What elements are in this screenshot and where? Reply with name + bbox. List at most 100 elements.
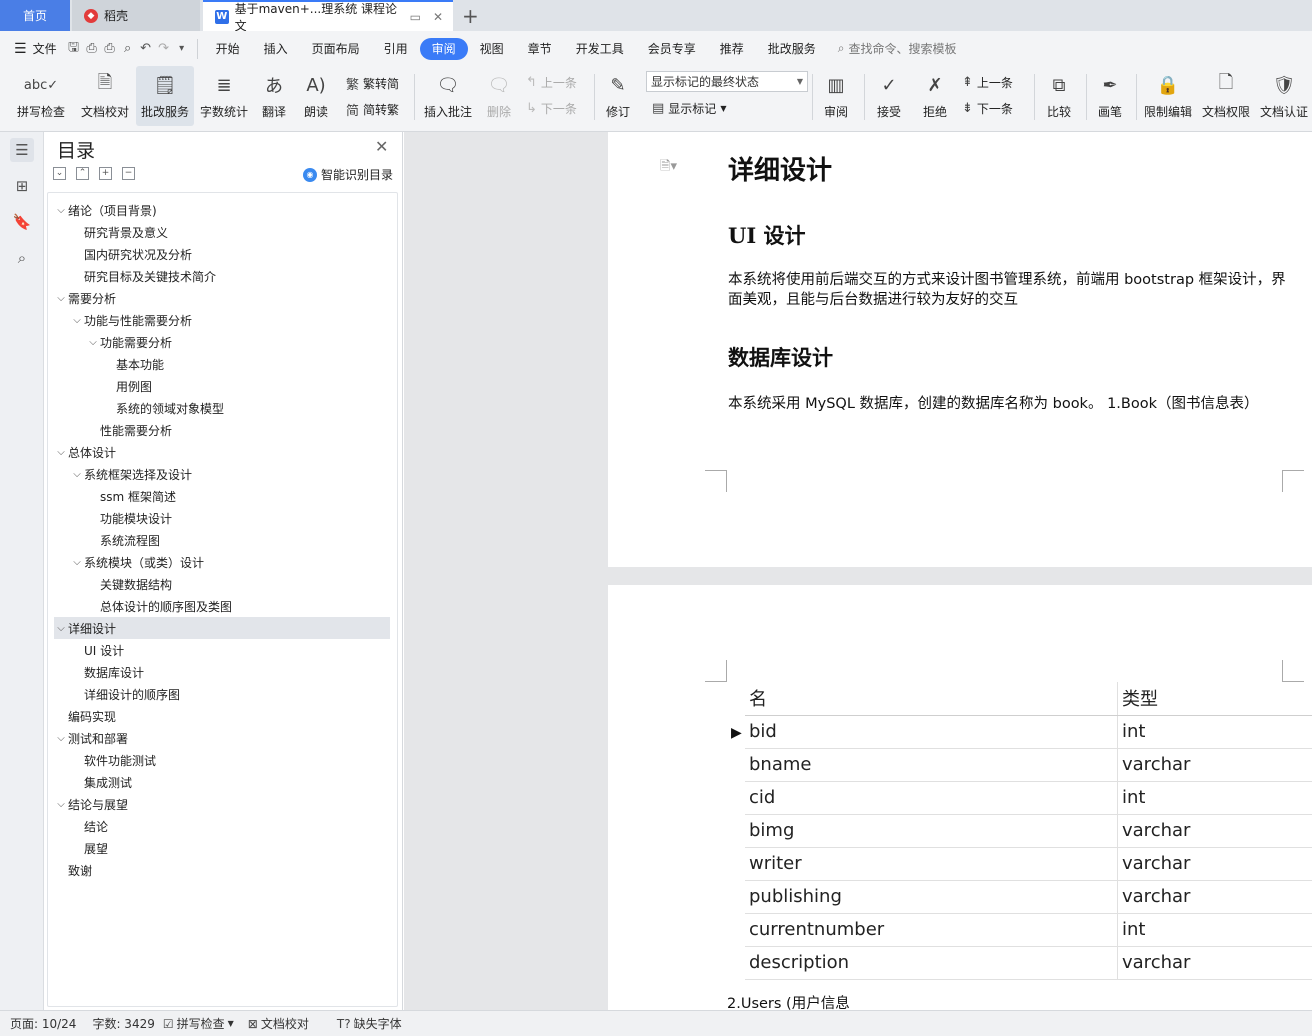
toc-item[interactable]: 致谢 — [54, 859, 390, 881]
menu-tab[interactable]: 引用 — [372, 38, 420, 60]
chevron-down-icon[interactable]: ⌵ — [54, 293, 68, 304]
toc-item[interactable]: 用例图 — [54, 375, 390, 397]
toc-item[interactable]: UI 设计 — [54, 639, 390, 661]
grading-service-button[interactable]: 🗒 批改服务 — [136, 66, 194, 126]
remove-level-icon[interactable]: − — [122, 167, 135, 180]
print-icon[interactable]: ⎙ — [101, 40, 119, 58]
chevron-down-icon[interactable]: ⌵ — [54, 447, 68, 458]
translate-button[interactable]: あ 翻译 — [254, 66, 294, 126]
undo-icon[interactable]: ↶ — [137, 40, 155, 58]
simp-to-trad-button[interactable]: 简 简转繁 — [346, 100, 399, 119]
prev-comment-button[interactable]: ↰ 上一条 — [526, 74, 577, 91]
chevron-down-icon[interactable]: ⌵ — [54, 205, 68, 216]
close-icon[interactable]: ✕ — [375, 137, 388, 156]
file-menu[interactable]: ☰ 文件 — [14, 40, 57, 57]
read-aloud-button[interactable]: A) 朗读 — [298, 66, 334, 126]
accept-button[interactable]: ✓ 接受 — [868, 66, 910, 126]
smart-toc-button[interactable]: ◉ 智能识别目录 — [303, 166, 393, 183]
toc-item[interactable]: 集成测试 — [54, 771, 390, 793]
menu-tab[interactable]: 开发工具 — [564, 38, 636, 60]
chevron-down-icon[interactable]: ⌵ — [70, 469, 84, 480]
print-preview-icon[interactable]: ⌕ — [119, 40, 137, 58]
doc-cert-button[interactable]: 🛡 文档认证 — [1256, 66, 1312, 126]
toc-item[interactable]: ⌵ 测试和部署 — [54, 727, 390, 749]
toc-item[interactable]: ⌵ 绪论（项目背景) — [54, 199, 390, 221]
toc-item[interactable]: 研究目标及关键技术简介 — [54, 265, 390, 287]
toc-item[interactable]: 编码实现 — [54, 705, 390, 727]
toc-item[interactable]: ⌵ 详细设计 — [54, 617, 390, 639]
toc-item[interactable]: 国内研究状况及分析 — [54, 243, 390, 265]
quick-access-dropdown-icon[interactable]: ▾ — [173, 40, 191, 58]
reject-button[interactable]: ✗ 拒绝 — [914, 66, 956, 126]
status-missing-font[interactable]: T? 缺失字体 — [337, 1015, 402, 1032]
insert-comment-button[interactable]: 🗨 插入批注 — [420, 66, 476, 126]
menu-tab[interactable]: 审阅 — [419, 37, 468, 60]
toc-item[interactable]: ⌵ 系统框架选择及设计 — [54, 463, 390, 485]
chapter-icon[interactable]: ⊞ — [10, 174, 34, 198]
add-level-icon[interactable]: + — [99, 167, 112, 180]
chevron-down-icon[interactable]: ⌵ — [54, 733, 68, 744]
toc-item[interactable]: ⌵ 功能需要分析 — [54, 331, 390, 353]
document-page[interactable]: ▶ 名类型 bid int bname varchar cid int bimg varcha… — [608, 585, 1312, 1015]
spellcheck-button[interactable]: abc✓ 拼写检查 — [8, 66, 74, 126]
toc-item[interactable]: 详细设计的顺序图 — [54, 683, 390, 705]
prev-change-button[interactable]: ⇞ 上一条 — [962, 74, 1013, 91]
tab-document[interactable]: W 基于maven+...理系统 课程论文 ▭ ✕ — [203, 0, 453, 33]
export-icon[interactable]: ⎙ — [83, 40, 101, 58]
toc-item[interactable]: 基本功能 — [54, 353, 390, 375]
delete-comment-button[interactable]: 🗨 删除 — [478, 66, 520, 126]
collapse-all-icon[interactable]: ⌃ — [76, 167, 89, 180]
show-markup-button[interactable]: ▤ 显示标记 ▼ — [652, 100, 726, 117]
restrict-edit-button[interactable]: 🔒 限制编辑 — [1140, 66, 1196, 126]
menu-tab[interactable]: 会员专享 — [636, 38, 708, 60]
menu-tab[interactable]: 插入 — [252, 38, 300, 60]
toc-item[interactable]: 展望 — [54, 837, 390, 859]
command-search[interactable]: ⌕ 查找命令、搜索模板 — [838, 40, 957, 57]
page-indicator[interactable]: 页面: 10/24 — [10, 1015, 76, 1032]
proofread-button[interactable]: 🗎 文档校对 — [76, 66, 134, 126]
search-icon[interactable]: ⌕ — [10, 246, 34, 270]
word-count-button[interactable]: ≣ 字数统计 — [196, 66, 252, 126]
chevron-down-icon[interactable]: ⌵ — [86, 337, 100, 348]
menu-tab[interactable]: 页面布局 — [300, 38, 372, 60]
save-icon[interactable]: 🖫 — [65, 40, 83, 58]
toc-item[interactable]: ⌵ 系统模块（或类）设计 — [54, 551, 390, 573]
expand-all-icon[interactable]: ⌄ — [53, 167, 66, 180]
close-tab-icon[interactable]: ✕ — [433, 10, 443, 24]
toc-item[interactable]: 性能需要分析 — [54, 419, 390, 441]
review-pane-button[interactable]: ▥ 审阅 — [816, 66, 856, 126]
toc-item[interactable]: 结论 — [54, 815, 390, 837]
menu-tab[interactable]: 视图 — [468, 38, 516, 60]
toc-item[interactable]: 软件功能测试 — [54, 749, 390, 771]
toc-item[interactable]: ssm 框架简述 — [54, 485, 390, 507]
toc-item[interactable]: ⌵ 结论与展望 — [54, 793, 390, 815]
toc-item[interactable]: 功能模块设计 — [54, 507, 390, 529]
redo-icon[interactable]: ↷ — [155, 40, 173, 58]
toc-item[interactable]: ⌵ 功能与性能需要分析 — [54, 309, 390, 331]
new-tab-button[interactable]: + — [462, 4, 479, 28]
toc-item[interactable]: 系统的领域对象模型 — [54, 397, 390, 419]
compare-button[interactable]: ⧉ 比较 — [1038, 66, 1080, 126]
toc-item[interactable]: ⌵ 需要分析 — [54, 287, 390, 309]
screen-icon[interactable]: ▭ — [410, 10, 421, 24]
document-page[interactable]: 🗎▾ 详细设计 UI 设计 本系统将使用前后端交互的方式来设计图书管理系统，前端… — [608, 132, 1312, 567]
menu-tab[interactable]: 章节 — [516, 38, 564, 60]
chevron-down-icon[interactable]: ⌵ — [70, 557, 84, 568]
tab-daoke[interactable]: ◆ 稻壳 — [72, 0, 200, 31]
tab-home[interactable]: 首页 — [0, 0, 70, 31]
word-count-indicator[interactable]: 字数: 3429 — [92, 1015, 154, 1032]
pen-button[interactable]: ✒ 画笔 — [1090, 66, 1130, 126]
menu-tab[interactable]: 批改服务 — [756, 38, 828, 60]
chevron-down-icon[interactable]: ⌵ — [70, 315, 84, 326]
status-proofread[interactable]: ⊠ 文档校对 — [248, 1015, 309, 1032]
toc-item[interactable]: 研究背景及意义 — [54, 221, 390, 243]
toc-icon[interactable]: ☰ — [10, 138, 34, 162]
bookmark-icon[interactable]: 🔖 — [10, 210, 34, 234]
status-spellcheck[interactable]: ☑ 拼写检查 ▼ — [163, 1015, 234, 1032]
menu-tab[interactable]: 开始 — [204, 38, 252, 60]
toc-item[interactable]: ⌵ 总体设计 — [54, 441, 390, 463]
toc-item[interactable]: 关键数据结构 — [54, 573, 390, 595]
next-change-button[interactable]: ⇟ 下一条 — [962, 100, 1013, 117]
doc-permission-button[interactable]: 🗋 文档权限 — [1198, 66, 1254, 126]
toc-item[interactable]: 系统流程图 — [54, 529, 390, 551]
